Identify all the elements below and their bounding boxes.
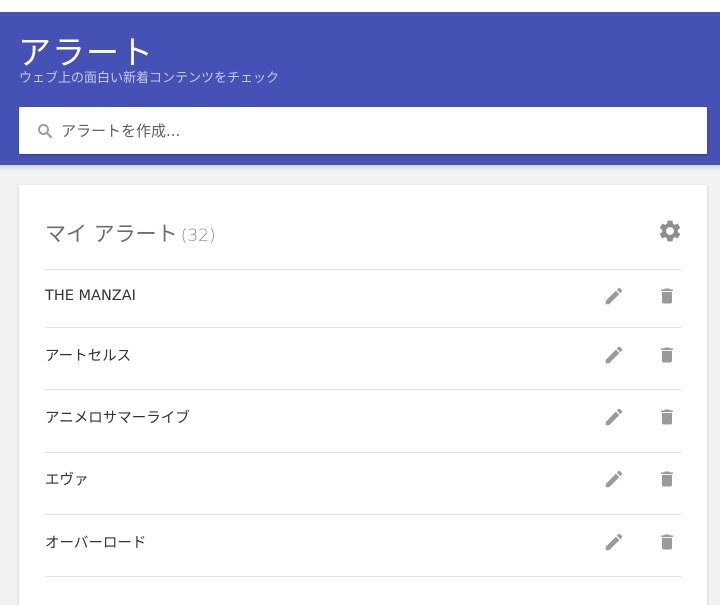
page-subtitle: ウェブ上の面白い新着コンテンツをチェック (19, 71, 280, 86)
divider (45, 576, 681, 577)
top-strip (0, 0, 720, 12)
alert-label: アニメロサマーライブ (45, 410, 190, 427)
alert-row[interactable]: オーバーロード (45, 511, 681, 573)
alert-label: アートセルス (45, 348, 132, 365)
create-alert-input[interactable] (61, 107, 691, 154)
alert-label: エヴァ (45, 472, 89, 489)
trash-icon[interactable] (657, 344, 677, 366)
search-box[interactable] (19, 107, 707, 154)
alert-label: THE MANZAI (45, 288, 136, 304)
header-shadow (0, 165, 720, 171)
pencil-icon[interactable] (603, 531, 625, 553)
alerts-count: (32) (180, 226, 216, 246)
app-header: アラート ウェブ上の面白い新着コンテンツをチェック (0, 12, 720, 165)
alert-row[interactable]: THE MANZAI (45, 265, 681, 327)
gear-icon[interactable] (657, 218, 683, 244)
trash-icon[interactable] (657, 468, 677, 490)
alert-row[interactable]: アートセルス (45, 324, 681, 386)
pencil-icon[interactable] (603, 468, 625, 490)
trash-icon[interactable] (657, 406, 677, 428)
search-icon (38, 124, 53, 139)
my-alerts-title: マイ アラート (45, 222, 178, 246)
pencil-icon[interactable] (603, 285, 625, 307)
alert-row[interactable]: アニメロサマーライブ (45, 386, 681, 448)
my-alerts-card: マイ アラート (32) THE MANZAI アートセルス アニメロサマーライブ… (19, 185, 707, 605)
trash-icon[interactable] (657, 285, 677, 307)
trash-icon[interactable] (657, 531, 677, 553)
my-alerts-heading: マイ アラート (32) (45, 218, 216, 248)
pencil-icon[interactable] (603, 344, 625, 366)
pencil-icon[interactable] (603, 406, 625, 428)
alert-label: オーバーロード (45, 535, 147, 552)
alert-row[interactable]: エヴァ (45, 448, 681, 510)
